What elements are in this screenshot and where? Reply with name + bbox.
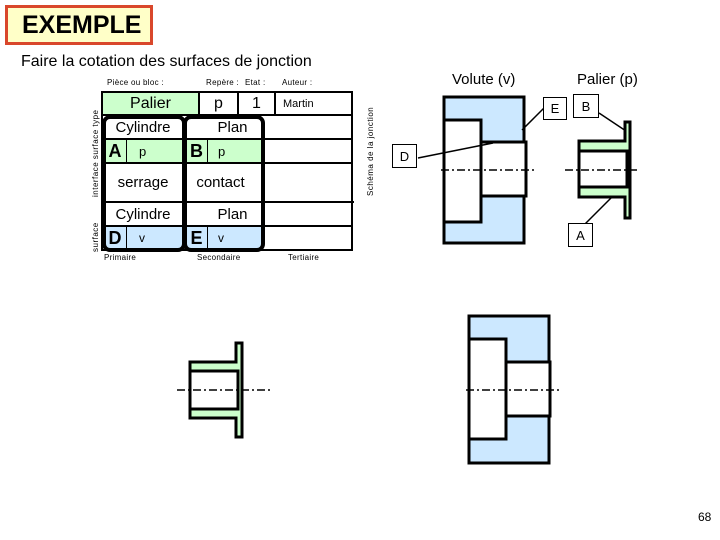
- volute-bottom-cavity: [467, 337, 508, 441]
- volute-bottom-drawing: [466, 314, 560, 465]
- palier-top-bore: [577, 149, 629, 189]
- label-box-e: E: [543, 97, 567, 120]
- label-box-b: B: [573, 94, 599, 118]
- assembly-drawings: [177, 95, 640, 465]
- label-box-a: A: [568, 223, 593, 247]
- volute-bottom-bore: [504, 360, 552, 418]
- page-number: 68: [698, 510, 712, 524]
- leader-b: [598, 112, 627, 132]
- volute-top-drawing: [441, 95, 535, 245]
- volute-top-bore: [479, 140, 528, 198]
- leader-a: [584, 196, 613, 225]
- label-box-d: D: [392, 144, 417, 168]
- palier-top-drawing: [565, 120, 640, 220]
- volute-top-cavity: [442, 118, 483, 224]
- palier-bottom-drawing: [177, 341, 272, 439]
